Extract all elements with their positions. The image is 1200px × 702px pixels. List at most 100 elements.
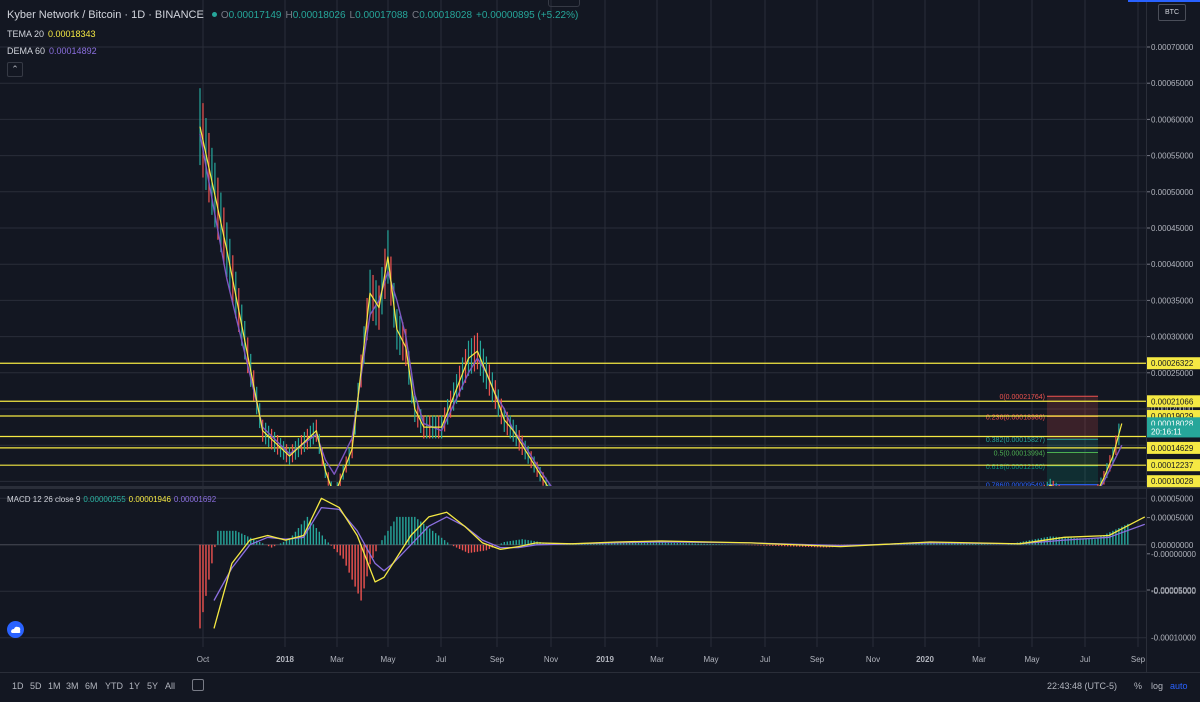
timeframe-ytd[interactable]: YTD [105, 681, 123, 691]
price-tick-label: 0.00070000 [1151, 43, 1194, 52]
time-tick-label: 2020 [916, 655, 934, 664]
price-tick-label: 0.00045000 [1151, 224, 1194, 233]
timeframe-5y[interactable]: 5Y [147, 681, 158, 691]
price-tick-label: 0.00005000 [1151, 514, 1194, 523]
timeframe-1d[interactable]: 1D [12, 681, 24, 691]
indicator-dema-name: DEMA 60 [7, 46, 46, 56]
fib-zone [1047, 396, 1098, 417]
time-tick-label: Mar [972, 655, 986, 664]
dema-line [199, 133, 1123, 548]
clock-time[interactable]: 22:43:48 (UTC-5) [1047, 681, 1117, 691]
price-tick-label: 0.00030000 [1151, 333, 1194, 342]
timeframe-1m[interactable]: 1M [48, 681, 61, 691]
low-value: 0.00017088 [355, 10, 408, 21]
macd-pane[interactable] [0, 489, 1146, 647]
price-axis-svg: 0.00070000 0.00065000 0.00060000 0.00055000… [1147, 43, 1200, 643]
time-tick-label: Jul [1080, 655, 1090, 664]
price-label-text: 0.00021066 [1151, 397, 1194, 406]
macd-tick-label: 0.00000000 [1151, 541, 1194, 550]
indicator-dema[interactable]: DEMA 60 0.00014892 [7, 46, 97, 56]
chevron-up-icon[interactable]: ⌃ [7, 62, 23, 77]
cloud-logo-svg [11, 626, 21, 633]
fib-level-label: 0.382(0.00015827) [986, 437, 1045, 444]
indicator-tema-name: TEMA 20 [7, 29, 45, 39]
macd-tick-label: -0.00010000 [1151, 634, 1196, 643]
time-tick-label: Sep [490, 655, 505, 664]
time-tick-label: Mar [330, 655, 344, 664]
timeframe-3m[interactable]: 3M [66, 681, 79, 691]
fib-level-label: 0.236(0.00018986) [986, 414, 1045, 421]
log-toggle[interactable]: log [1151, 681, 1163, 691]
price-tick-label: 0.00065000 [1151, 79, 1194, 88]
time-tick-label: 2018 [276, 655, 294, 664]
tema-line [199, 126, 1123, 548]
fib-zone [1047, 416, 1098, 440]
open-label: O [220, 10, 229, 21]
price-tick-label: 0.00040000 [1151, 260, 1194, 269]
macd-legend-name: MACD 12 26 close 9 [7, 495, 81, 504]
macd-legend[interactable]: MACD 12 26 close 9 0.00000255 0.00001946 0.… [7, 495, 216, 504]
top-toggle-button[interactable] [548, 0, 580, 7]
macd-signal-line [213, 506, 1146, 601]
indicator-tema-value: 0.00018343 [48, 29, 96, 39]
time-tick-label: Sep [810, 655, 825, 664]
high-label: H [285, 10, 293, 21]
macd-legend-macd: 0.00000255 [83, 495, 126, 504]
macd-legend-signal: 0.00001946 [128, 495, 171, 504]
currency-badge[interactable]: BTC [1158, 4, 1186, 21]
macd-legend-histogram: 0.00001692 [173, 495, 217, 504]
fib-level-label: 0(0.00021764) [999, 394, 1045, 401]
main-price-pane[interactable]: 0(0.00021764) 0.236(0.00018986) 0.382(0.00… [0, 0, 1146, 591]
auto-toggle[interactable]: auto [1170, 681, 1188, 691]
time-axis[interactable]: Oct 2018 Mar May Jul Sep Nov 2019 Mar May Jul Sep No… [0, 647, 1146, 672]
time-tick-label: Jul [436, 655, 446, 664]
time-tick-label: Nov [544, 655, 558, 664]
close-value: 0.00018028 [419, 10, 473, 21]
time-tick-label: Oct [197, 655, 210, 664]
change-value: +0.00000895 (+5.22%) [476, 10, 579, 21]
timeframe-1y[interactable]: 1Y [129, 681, 140, 691]
time-tick-label: Sep [1131, 655, 1146, 664]
price-label-text: 20:16:11 [1151, 427, 1182, 436]
open-value: 0.00017149 [228, 10, 282, 21]
macd-chart[interactable] [0, 489, 1146, 647]
time-tick-label: Nov [866, 655, 880, 664]
price-axis[interactable]: 0.00070000 0.00065000 0.00060000 0.00055000… [1146, 0, 1200, 672]
macd-line [213, 497, 1146, 629]
fib-zone [1047, 465, 1098, 485]
price-label-text: 0.00012237 [1151, 461, 1194, 470]
timeframe-all[interactable]: All [165, 681, 175, 691]
percent-toggle[interactable]: % [1134, 681, 1142, 691]
cloud-logo-icon[interactable] [7, 621, 24, 638]
symbol-title[interactable]: Kyber Network / Bitcoin · 1D · BINANCE [7, 9, 204, 21]
time-tick-label: Mar [650, 655, 664, 664]
price-chart[interactable]: 0(0.00021764) 0.236(0.00018986) 0.382(0.00… [0, 0, 1146, 591]
timeframe-6m[interactable]: 6M [85, 681, 98, 691]
calendar-range-icon[interactable] [192, 679, 204, 691]
price-label-text: 0.00026322 [1151, 359, 1194, 368]
symbol-legend: Kyber Network / Bitcoin · 1D · BINANCE O0… [7, 9, 582, 21]
price-label-text: 0.00010028 [1151, 477, 1194, 486]
high-value: 0.00018026 [292, 10, 346, 21]
top-accent-bar [1128, 0, 1200, 2]
indicator-dema-value: 0.00014892 [49, 46, 97, 56]
macd-tick-label: 0.00005000 [1151, 494, 1194, 503]
bottom-toolbar: 1D 5D 1M 3M 6M YTD 1Y 5Y All 22:43:48 (U… [0, 672, 1200, 702]
time-tick-label: Jul [760, 655, 770, 664]
price-tick-label: 0.00025000 [1151, 369, 1194, 378]
time-tick-label: May [1024, 655, 1039, 664]
time-tick-label: May [703, 655, 718, 664]
time-tick-label: 2019 [596, 655, 614, 664]
price-tick-label: 0.00050000 [1151, 188, 1194, 197]
price-tick-label: 0.00035000 [1151, 296, 1194, 305]
time-tick-label: May [380, 655, 395, 664]
price-tick-label: -0.00000000 [1151, 550, 1196, 559]
price-tick-label: 0.00055000 [1151, 152, 1194, 161]
market-status-dot [211, 12, 217, 17]
price-tick-label: 0.00060000 [1151, 115, 1194, 124]
indicator-tema[interactable]: TEMA 20 0.00018343 [7, 29, 96, 39]
fib-zone [1047, 452, 1098, 466]
timeframe-5d[interactable]: 5D [30, 681, 42, 691]
fib-level-label: 0.5(0.00013994) [994, 450, 1045, 457]
macd-tick-label: -0.00005000 [1151, 587, 1196, 596]
